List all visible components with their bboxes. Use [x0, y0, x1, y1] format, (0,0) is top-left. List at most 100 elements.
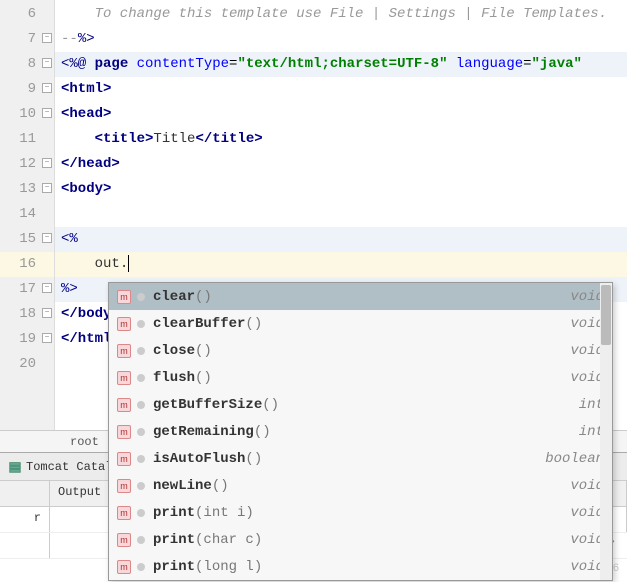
scriptlet-close: %>: [61, 281, 78, 297]
fold-icon[interactable]: −: [42, 83, 52, 93]
method-name: getRemaining: [153, 424, 254, 440]
kind-icon: [137, 563, 145, 571]
completion-item-newLine[interactable]: m newLine() void: [109, 472, 612, 499]
fold-icon[interactable]: −: [42, 158, 52, 168]
method-icon: m: [117, 479, 131, 493]
method-params: (): [245, 316, 262, 332]
gutter-line-7[interactable]: 7−: [0, 27, 54, 52]
return-type: void: [570, 343, 604, 359]
fold-icon[interactable]: −: [42, 33, 52, 43]
method-icon: m: [117, 533, 131, 547]
body-tag: <body>: [61, 181, 111, 197]
method-icon: m: [117, 560, 131, 574]
method-params: (int i): [195, 505, 254, 521]
method-icon: m: [117, 290, 131, 304]
gutter-line-20[interactable]: 20: [0, 352, 54, 377]
kind-icon: [137, 320, 145, 328]
return-type: void: [570, 370, 604, 386]
return-type: void: [570, 559, 604, 575]
fold-icon[interactable]: −: [42, 108, 52, 118]
method-params: (char c): [195, 532, 262, 548]
gutter-line-15[interactable]: 15−: [0, 227, 54, 252]
method-icon: m: [117, 506, 131, 520]
method-params: (): [195, 343, 212, 359]
method-params: (): [212, 478, 229, 494]
completion-item-print[interactable]: m print(long l) void: [109, 553, 612, 580]
method-name: flush: [153, 370, 195, 386]
fold-icon[interactable]: −: [42, 183, 52, 193]
gutter-line-17[interactable]: 17−: [0, 277, 54, 302]
return-type: void: [570, 532, 604, 548]
completion-item-isAutoFlush[interactable]: m isAutoFlush() boolean: [109, 445, 612, 472]
method-name: print: [153, 505, 195, 521]
method-name: close: [153, 343, 195, 359]
completion-item-print[interactable]: m print(int i) void: [109, 499, 612, 526]
method-icon: m: [117, 452, 131, 466]
kind-icon: [137, 536, 145, 544]
gutter-line-9[interactable]: 9−: [0, 77, 54, 102]
gutter-line-8[interactable]: 8−: [0, 52, 54, 77]
return-type: boolean: [545, 451, 604, 467]
completion-item-getBufferSize[interactable]: mgetBufferSize()int: [109, 391, 612, 418]
completion-item-flush[interactable]: m flush() void: [109, 364, 612, 391]
gutter-line-18[interactable]: 18−: [0, 302, 54, 327]
method-icon: m: [117, 344, 131, 358]
method-params: (): [254, 424, 271, 440]
method-name: newLine: [153, 478, 212, 494]
fold-icon[interactable]: −: [42, 283, 52, 293]
head-tag: <head>: [61, 106, 111, 122]
completion-item-close[interactable]: m close() void: [109, 337, 612, 364]
method-icon: m: [117, 371, 131, 385]
method-params: (): [245, 451, 262, 467]
kind-icon: [137, 293, 145, 301]
completion-item-clearBuffer[interactable]: mclearBuffer()void: [109, 310, 612, 337]
gutter-line-16[interactable]: 16: [0, 252, 54, 277]
comment-text: To change this template use File | Setti…: [61, 6, 607, 22]
return-type: void: [570, 478, 604, 494]
return-type: void: [570, 316, 604, 332]
html-tag: <html>: [61, 81, 111, 97]
out-object: out.: [95, 256, 129, 272]
gutter-line-14[interactable]: 14: [0, 202, 54, 227]
comment-close: --: [61, 31, 78, 47]
kind-icon: [137, 482, 145, 490]
scriptlet-open: <%: [61, 231, 78, 247]
kind-icon: [137, 509, 145, 517]
method-name: print: [153, 559, 195, 575]
fold-icon[interactable]: −: [42, 308, 52, 318]
fold-icon[interactable]: −: [42, 333, 52, 343]
method-params: (long l): [195, 559, 262, 575]
gutter-line-12[interactable]: 12−: [0, 152, 54, 177]
kind-icon: [137, 401, 145, 409]
kind-icon: [137, 455, 145, 463]
line-gutter: 67−8−9−10−1112−13−1415−1617−18−19−20: [0, 0, 55, 430]
gutter-line-10[interactable]: 10−: [0, 102, 54, 127]
server-icon: [8, 460, 22, 474]
method-name: print: [153, 532, 195, 548]
gutter-line-11[interactable]: 11: [0, 127, 54, 152]
fold-icon[interactable]: −: [42, 233, 52, 243]
grid-col-empty[interactable]: [0, 481, 50, 506]
method-params: (): [195, 370, 212, 386]
popup-scrollbar[interactable]: [600, 283, 612, 580]
fold-icon[interactable]: −: [42, 58, 52, 68]
completion-item-clear[interactable]: mclear()void: [109, 283, 612, 310]
method-name: isAutoFlush: [153, 451, 245, 467]
autocomplete-popup[interactable]: mclear()voidmclearBuffer()voidmclose()vo…: [108, 282, 613, 581]
gutter-line-19[interactable]: 19−: [0, 327, 54, 352]
gutter-line-6[interactable]: 6: [0, 2, 54, 27]
method-icon: m: [117, 425, 131, 439]
method-name: getBufferSize: [153, 397, 262, 413]
method-icon: m: [117, 398, 131, 412]
text-cursor: [128, 255, 129, 272]
method-params: (): [262, 397, 279, 413]
completion-item-print[interactable]: m print(char c) void: [109, 526, 612, 553]
method-name: clear: [153, 289, 195, 305]
kind-icon: [137, 347, 145, 355]
method-icon: m: [117, 317, 131, 331]
return-type: void: [570, 505, 604, 521]
completion-item-getRemaining[interactable]: mgetRemaining()int: [109, 418, 612, 445]
method-params: (): [195, 289, 212, 305]
gutter-line-13[interactable]: 13−: [0, 177, 54, 202]
scroll-thumb[interactable]: [601, 285, 611, 345]
